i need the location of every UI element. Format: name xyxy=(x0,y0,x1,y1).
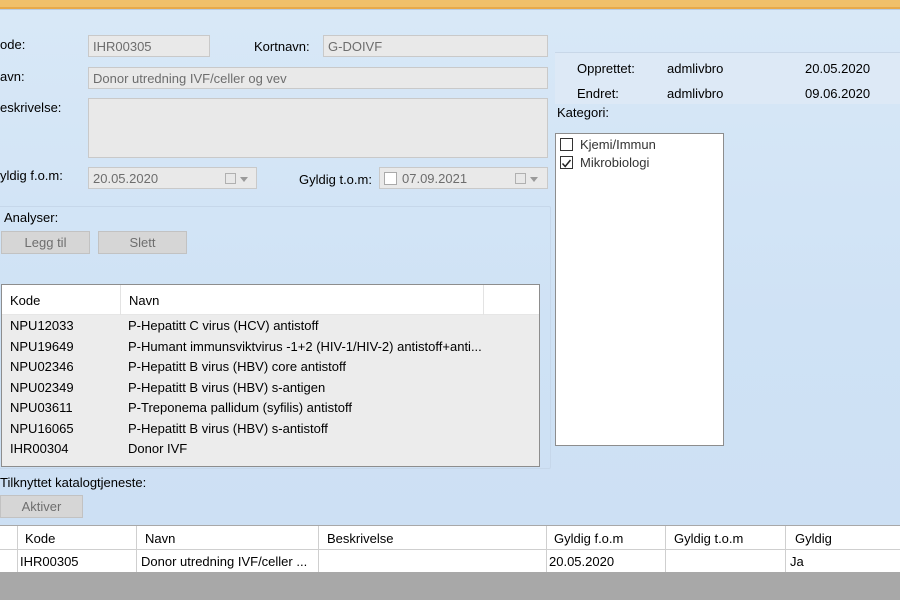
row-kode: NPU02346 xyxy=(10,359,74,374)
row-kode: NPU02349 xyxy=(10,380,74,395)
row-navn: P-Treponema pallidum (syfilis) antistoff xyxy=(128,400,352,415)
table-row[interactable]: NPU19649 P-Humant immunsviktvirus -1+2 (… xyxy=(2,336,539,356)
row-kode: IHR00304 xyxy=(10,441,69,456)
gyldig-tom-label: Gyldig t.o.m: xyxy=(299,172,372,187)
opprettet-label: Opprettet: xyxy=(577,61,635,76)
status-bar xyxy=(0,572,900,600)
table-row[interactable]: NPU03611 P-Treponema pallidum (syfilis) … xyxy=(2,397,539,417)
column-header-kode[interactable]: Kode xyxy=(25,531,55,546)
navn-field[interactable]: Donor utredning IVF/celler og vev xyxy=(88,67,548,89)
row-kode: IHR00305 xyxy=(20,554,79,569)
navn-label: avn: xyxy=(0,69,25,84)
endret-date: 09.06.2020 xyxy=(805,86,871,101)
gyldig-tom-value: 07.09.2021 xyxy=(402,171,468,186)
row-gyldig-fom: 20.05.2020 xyxy=(549,554,615,569)
detail-form: ode: IHR00305 Kortnavn: G-DOIVF avn: Don… xyxy=(0,9,900,525)
table-row[interactable]: NPU12033 P-Hepatitt C virus (HCV) antist… xyxy=(2,315,539,335)
kategori-item-label: Kjemi/Immun xyxy=(580,137,656,152)
endret-user: admlivbro xyxy=(667,86,724,101)
calendar-icon[interactable] xyxy=(225,173,236,184)
beskrivelse-field[interactable] xyxy=(88,98,548,158)
analyser-table: Kode Navn NPU12033 P-Hepatitt C virus (H… xyxy=(1,284,540,467)
katalog-label: Tilknyttet katalogtjeneste: xyxy=(0,475,147,490)
results-grid-header xyxy=(0,526,900,550)
row-navn: P-Hepatitt B virus (HBV) s-antistoff xyxy=(128,421,328,436)
kategori-item-label: Mikrobiologi xyxy=(580,155,650,170)
endret-label: Endret: xyxy=(577,86,619,101)
results-grid: Kode Navn Beskrivelse Gyldig f.o.m Gyldi… xyxy=(0,526,900,572)
row-navn: P-Hepatitt C virus (HCV) antistoff xyxy=(128,318,319,333)
aktiver-button[interactable]: Aktiver xyxy=(0,495,83,518)
chevron-down-icon[interactable] xyxy=(240,177,248,182)
row-navn: P-Hepatitt B virus (HBV) core antistoff xyxy=(128,359,346,374)
chevron-down-icon[interactable] xyxy=(530,177,538,182)
column-divider xyxy=(483,285,484,315)
opprettet-user: admlivbro xyxy=(667,61,724,76)
row-navn: Donor IVF xyxy=(128,441,188,456)
table-row[interactable]: IHR00304 Donor IVF xyxy=(2,438,539,458)
column-header-kode[interactable]: Kode xyxy=(10,293,40,308)
row-gyldig: Ja xyxy=(790,554,804,569)
calendar-icon[interactable] xyxy=(515,173,526,184)
column-header-gyldig-tom[interactable]: Gyldig t.o.m xyxy=(674,531,743,546)
checkbox-unchecked[interactable] xyxy=(560,138,573,151)
analyser-table-header: Kode Navn xyxy=(2,285,539,315)
row-kode: NPU12033 xyxy=(10,318,74,333)
column-divider xyxy=(120,285,121,315)
column-header-navn[interactable]: Navn xyxy=(129,293,159,308)
kortnavn-field[interactable]: G-DOIVF xyxy=(323,35,548,57)
opprettet-date: 20.05.2020 xyxy=(805,61,871,76)
kode-field[interactable]: IHR00305 xyxy=(88,35,210,57)
row-navn: Donor utredning IVF/celler ... xyxy=(141,554,308,569)
audit-info-panel: Opprettet: admlivbro 20.05.2020 Endret: … xyxy=(555,52,900,104)
table-row[interactable]: NPU16065 P-Hepatitt B virus (HBV) s-anti… xyxy=(2,418,539,438)
column-header-gyldig-fom[interactable]: Gyldig f.o.m xyxy=(554,531,623,546)
window-top-border xyxy=(0,0,900,7)
gyldig-tom-checkbox[interactable] xyxy=(384,172,397,185)
column-header-gyldig[interactable]: Gyldig xyxy=(795,531,832,546)
table-row[interactable]: NPU02346 P-Hepatitt B virus (HBV) core a… xyxy=(2,356,539,376)
column-header-beskrivelse[interactable]: Beskrivelse xyxy=(327,531,393,546)
kategori-checklist: Kjemi/Immun Mikrobiologi xyxy=(555,133,724,446)
row-navn: P-Hepatitt B virus (HBV) s-antigen xyxy=(128,380,326,395)
kortnavn-label: Kortnavn: xyxy=(254,39,310,54)
gyldig-fom-label: yldig f.o.m: xyxy=(0,168,63,183)
checkbox-checked[interactable] xyxy=(560,156,573,169)
beskrivelse-label: eskrivelse: xyxy=(0,100,62,115)
legg-til-button[interactable]: Legg til xyxy=(1,231,90,254)
row-navn: P-Humant immunsviktvirus -1+2 (HIV-1/HIV… xyxy=(128,339,482,354)
kode-label: ode: xyxy=(0,37,26,52)
row-kode: NPU16065 xyxy=(10,421,74,436)
kategori-item-mikrobiologi[interactable]: Mikrobiologi xyxy=(559,155,719,171)
checkmark-icon xyxy=(561,159,572,168)
kategori-item-kjemi-immun[interactable]: Kjemi/Immun xyxy=(559,137,719,153)
row-kode: NPU03611 xyxy=(10,400,73,415)
row-kode: NPU19649 xyxy=(10,339,74,354)
table-row[interactable]: NPU02349 P-Hepatitt B virus (HBV) s-anti… xyxy=(2,377,539,397)
analyser-label: Analyser: xyxy=(4,210,59,225)
slett-button[interactable]: Slett xyxy=(98,231,187,254)
table-row[interactable]: IHR00305 Donor utredning IVF/celler ... … xyxy=(0,551,900,572)
column-header-navn[interactable]: Navn xyxy=(145,531,175,546)
kategori-label: Kategori: xyxy=(557,105,610,120)
gyldig-fom-value: 20.05.2020 xyxy=(93,171,159,186)
